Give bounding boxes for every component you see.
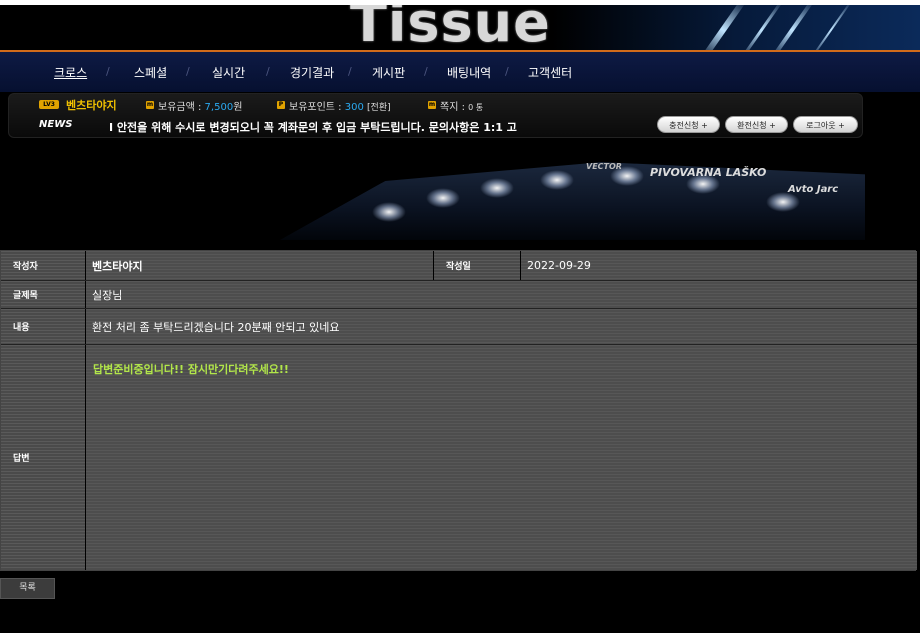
stadium-light [372, 202, 406, 222]
deposit-request-button[interactable]: 충전신청 + [657, 116, 720, 133]
points-icon: P [277, 101, 285, 109]
stadium-light [426, 188, 460, 208]
post-detail-table: 작성자 벤츠타야지 작성일 2022-09-29 글제목 실장님 내용 환전 처… [0, 250, 917, 571]
light-streak-decoration [740, 5, 783, 50]
author-value: 벤츠타야지 [86, 251, 433, 280]
balance-unit: 원 [233, 102, 243, 113]
answer-area [86, 345, 917, 570]
withdraw-request-button[interactable]: 환전신청 + [725, 116, 788, 133]
site-logo[interactable]: Tissue [350, 5, 551, 50]
date-value: 2022-09-29 [521, 251, 917, 280]
nav-separator: / [106, 65, 110, 78]
user-info-row: LV3 벤츠타야지 m 보유금액 : 7,500원 P 보유포인트 : 300 … [9, 96, 862, 114]
nav-item-results[interactable]: 경기결과 [290, 64, 334, 81]
points-convert-link[interactable]: [전환] [367, 103, 391, 113]
title-label: 글제목 [1, 281, 85, 308]
nav-item-live[interactable]: 실시간 [212, 64, 245, 81]
author-row: 작성자 벤츠타야지 작성일 2022-09-29 [1, 251, 917, 280]
nav-separator: / [505, 65, 509, 78]
answer-row: 답변 [1, 345, 917, 570]
light-streak-decoration [770, 5, 814, 50]
nav-item-cross[interactable]: 크로스 [54, 64, 87, 81]
user-info-box: LV3 벤츠타야지 m 보유금액 : 7,500원 P 보유포인트 : 300 … [8, 93, 863, 138]
content-value: 환전 처리 좀 부탁드리겠습니다 20분째 안되고 있네요 [86, 309, 917, 344]
money-icon: m [146, 101, 154, 109]
answer-label: 답변 [1, 345, 85, 570]
nav-separator: / [266, 65, 270, 78]
light-streak-decoration [810, 5, 852, 50]
main-nav: 크로스 / 스페셜 / 실시간 / 경기결과 / 게시판 / 배팅내역 / 고객… [0, 50, 920, 92]
stadium-light [686, 174, 720, 194]
list-button[interactable]: 목록 [0, 578, 55, 599]
stadium-light [540, 170, 574, 190]
messages-value: 0 통 [468, 103, 484, 112]
site-header: Tissue [0, 5, 920, 50]
messages-info[interactable]: 쪽지 : 0 통 [440, 98, 483, 113]
stadium-light [480, 178, 514, 198]
stadium-light [766, 192, 800, 212]
date-label: 작성일 [434, 251, 520, 280]
stadium-light [610, 166, 644, 186]
title-row: 글제목 실장님 [1, 281, 917, 308]
points-value: 300 [344, 102, 364, 113]
level-badge: LV3 [39, 100, 59, 109]
nav-item-board[interactable]: 게시판 [372, 64, 405, 81]
username: 벤츠타야지 [66, 99, 117, 112]
news-label: NEWS [39, 119, 73, 130]
answer-value: 답변준비중입니다!! 잠시만기다려주세요!! [93, 363, 289, 376]
nav-item-bet-history[interactable]: 배팅내역 [447, 64, 491, 81]
nav-item-special[interactable]: 스페셜 [134, 64, 167, 81]
balance-info: 보유금액 : 7,500원 [158, 98, 242, 113]
balance-value: 7,500 [204, 102, 234, 113]
light-streak-decoration [700, 5, 746, 50]
title-value: 실장님 [86, 281, 917, 308]
nav-item-support[interactable]: 고객센터 [528, 64, 572, 81]
logout-button[interactable]: 로그아웃 + [793, 116, 858, 133]
stadium-banner: VECTOR PIVOVARNA LAŠKO Avto Jarc [0, 140, 920, 240]
points-info: 보유포인트 : 300 [전환] [289, 98, 391, 113]
messages-label: 쪽지 : [440, 102, 465, 113]
content-label: 내용 [1, 309, 85, 344]
nav-separator: / [424, 65, 428, 78]
author-label: 작성자 [1, 251, 85, 280]
points-label: 보유포인트 : [289, 102, 342, 113]
nav-separator: / [348, 65, 352, 78]
content-row: 내용 환전 처리 좀 부탁드리겠습니다 20분째 안되고 있네요 [1, 309, 917, 344]
news-ticker: I 안전을 위해 수시로 변경되오니 꼭 계좌문의 후 입금 부탁드립니다. 문… [109, 121, 517, 134]
nav-separator: / [186, 65, 190, 78]
balance-label: 보유금액 : [158, 102, 202, 113]
message-icon: m [428, 101, 436, 109]
